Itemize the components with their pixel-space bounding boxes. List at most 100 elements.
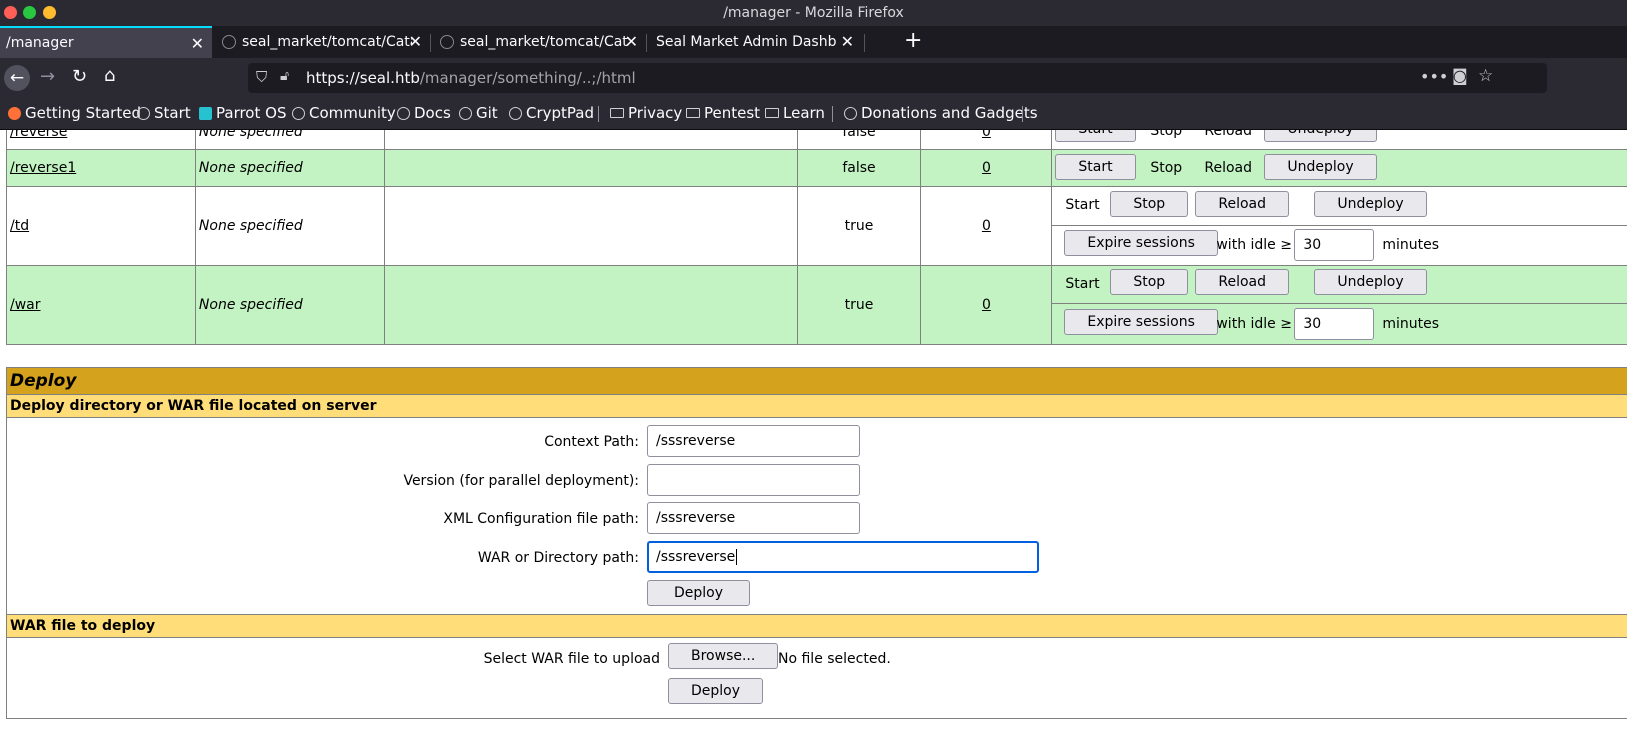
start-button[interactable]: Start	[1055, 130, 1136, 142]
deploy-section: Deploy Deploy directory or WAR file loca…	[6, 367, 1627, 719]
home-icon[interactable]: ⌂	[104, 65, 115, 86]
app-path-link[interactable]: /reverse1	[10, 160, 76, 176]
app-path-cell: /war	[6, 265, 196, 345]
navigation-bar: ← → ↻ ⌂ ⛉ 🔓︎ https://seal.htb/manager/so…	[0, 58, 1627, 98]
war-path-input[interactable]: /sssreverse	[647, 541, 1039, 573]
sessions-link[interactable]: 0	[982, 218, 991, 234]
table-row: /war None specified true 0 Start Stop Re…	[6, 265, 1627, 345]
reload-button[interactable]: Reload	[1195, 269, 1289, 295]
start-button[interactable]: Start	[1055, 154, 1136, 180]
stop-label: Stop	[1150, 130, 1183, 139]
bookmark-folder-pentest[interactable]: Pentest	[686, 104, 760, 122]
with-idle-label: with idle ≥	[1216, 316, 1292, 332]
tab-bar: /manager ✕ seal_market/tomcat/Cata ✕ sea…	[0, 26, 1627, 58]
app-version-cell	[383, 130, 798, 150]
shield-icon[interactable]: ⛉	[256, 68, 267, 86]
reload-label: Reload	[1204, 160, 1252, 176]
tab-catalina-1[interactable]: seal_market/tomcat/Cata ✕	[214, 26, 430, 58]
bookmark-separator	[832, 106, 833, 122]
app-sessions-cell: 0	[920, 186, 1053, 266]
undeploy-button[interactable]: Undeploy	[1264, 154, 1377, 180]
url-bar[interactable]: ⛉ 🔓︎ https://seal.htb/manager/something/…	[248, 63, 1547, 93]
tab-admin-dashboard[interactable]: Seal Market Admin Dashboa ✕	[648, 26, 862, 58]
bookmark-star-icon[interactable]: ☆	[1478, 66, 1493, 86]
pocket-icon[interactable]: ◙	[1452, 66, 1468, 85]
new-tab-icon[interactable]: +	[904, 28, 922, 53]
parrot-icon	[199, 106, 212, 120]
version-input[interactable]	[647, 464, 860, 496]
applications-table: /reverse None specified false 0 Start St…	[6, 130, 1627, 345]
app-path-cell: /reverse	[6, 130, 196, 150]
no-file-label: No file selected.	[778, 651, 891, 667]
war-path-label: WAR or Directory path:	[477, 550, 639, 566]
bookmark-label: Donations and Gadgets	[861, 104, 1038, 122]
url-text[interactable]: https://seal.htb/manager/something/..;/h…	[306, 69, 636, 87]
page-actions-icon[interactable]: •••	[1420, 67, 1448, 86]
bookmark-getting-started[interactable]: Getting Started	[8, 104, 141, 122]
undeploy-button[interactable]: Undeploy	[1314, 191, 1427, 217]
url-path: /manager/something/..;/html	[419, 69, 636, 87]
bookmark-label: Community	[309, 104, 396, 122]
bookmark-folder-privacy[interactable]: Privacy	[610, 104, 682, 122]
forward-arrow-icon[interactable]: →	[40, 66, 55, 87]
tab-catalina-2[interactable]: seal_market/tomcat/Cata ✕	[432, 26, 646, 58]
stop-button[interactable]: Stop	[1110, 191, 1189, 217]
bookmark-folder-learn[interactable]: Learn	[765, 104, 825, 122]
bookmark-donations[interactable]: Donations and Gadgets	[844, 104, 1038, 122]
table-row: /td None specified true 0 Start Stop Rel…	[6, 186, 1627, 266]
undeploy-button[interactable]: Undeploy	[1264, 130, 1377, 142]
xml-config-label: XML Configuration file path:	[443, 511, 639, 527]
deploy-upload-button[interactable]: Deploy	[668, 678, 764, 704]
expire-sessions-button[interactable]: Expire sessions	[1064, 230, 1218, 256]
github-icon	[440, 35, 454, 49]
expire-sessions-button[interactable]: Expire sessions	[1064, 309, 1218, 335]
browse-button[interactable]: Browse...	[668, 643, 779, 669]
close-tab-icon[interactable]: ✕	[625, 32, 638, 51]
table-row: /reverse1 None specified false 0 Start S…	[6, 149, 1627, 187]
globe-icon	[844, 106, 857, 120]
app-commands-cell: Start Stop Reload Undeploy	[1051, 130, 1627, 150]
app-sessions-cell: 0	[920, 265, 1053, 345]
start-label: Start	[1065, 276, 1100, 292]
bookmark-git[interactable]: Git	[459, 104, 498, 122]
app-name-cell: None specified	[194, 186, 385, 266]
app-sessions-cell: 0	[920, 149, 1053, 187]
sessions-link[interactable]: 0	[982, 130, 991, 140]
globe-icon	[397, 106, 410, 120]
undeploy-button[interactable]: Undeploy	[1314, 269, 1427, 295]
reload-icon[interactable]: ↻	[72, 66, 87, 87]
tab-manager[interactable]: /manager ✕	[0, 26, 212, 58]
bookmark-separator	[1022, 106, 1023, 122]
bookmark-cryptpad[interactable]: CryptPad	[509, 104, 594, 122]
idle-minutes-input[interactable]: 30	[1294, 308, 1375, 340]
close-tab-icon[interactable]: ✕	[191, 34, 204, 53]
app-path-link[interactable]: /reverse	[10, 130, 67, 140]
bookmark-parrot-os[interactable]: Parrot OS	[199, 104, 286, 122]
stop-label: Stop	[1150, 160, 1183, 176]
github-icon	[222, 35, 236, 49]
sessions-link[interactable]: 0	[982, 160, 991, 176]
deploy-server-button[interactable]: Deploy	[647, 580, 751, 606]
context-path-input[interactable]: /sssreverse	[647, 425, 860, 457]
bookmark-docs[interactable]: Docs	[397, 104, 451, 122]
page-content: /reverse None specified false 0 Start St…	[0, 130, 1627, 746]
war-upload-form: Select WAR file to upload Browse... No f…	[7, 638, 1627, 718]
sessions-link[interactable]: 0	[982, 297, 991, 313]
close-tab-icon[interactable]: ✕	[409, 32, 422, 51]
app-path-link[interactable]: /td	[10, 218, 29, 234]
close-tab-icon[interactable]: ✕	[841, 32, 854, 51]
tab-separator	[646, 34, 647, 52]
back-arrow-icon[interactable]: ←	[4, 65, 30, 91]
xml-config-input[interactable]: /sssreverse	[647, 502, 860, 534]
war-upload-subheading: WAR file to deploy	[7, 614, 1627, 638]
app-commands-cell: Start Stop Reload Undeploy	[1051, 149, 1627, 187]
reload-button[interactable]: Reload	[1195, 191, 1289, 217]
idle-minutes-input[interactable]: 30	[1294, 229, 1375, 261]
tab-label: seal_market/tomcat/Cata	[242, 34, 412, 50]
app-path-link[interactable]: /war	[10, 297, 41, 313]
bookmark-start[interactable]: Start	[137, 104, 191, 122]
bookmark-community[interactable]: Community	[292, 104, 396, 122]
stop-button[interactable]: Stop	[1110, 269, 1189, 295]
insecure-lock-icon[interactable]: 🔓︎	[280, 68, 289, 84]
firefox-icon	[8, 106, 21, 120]
